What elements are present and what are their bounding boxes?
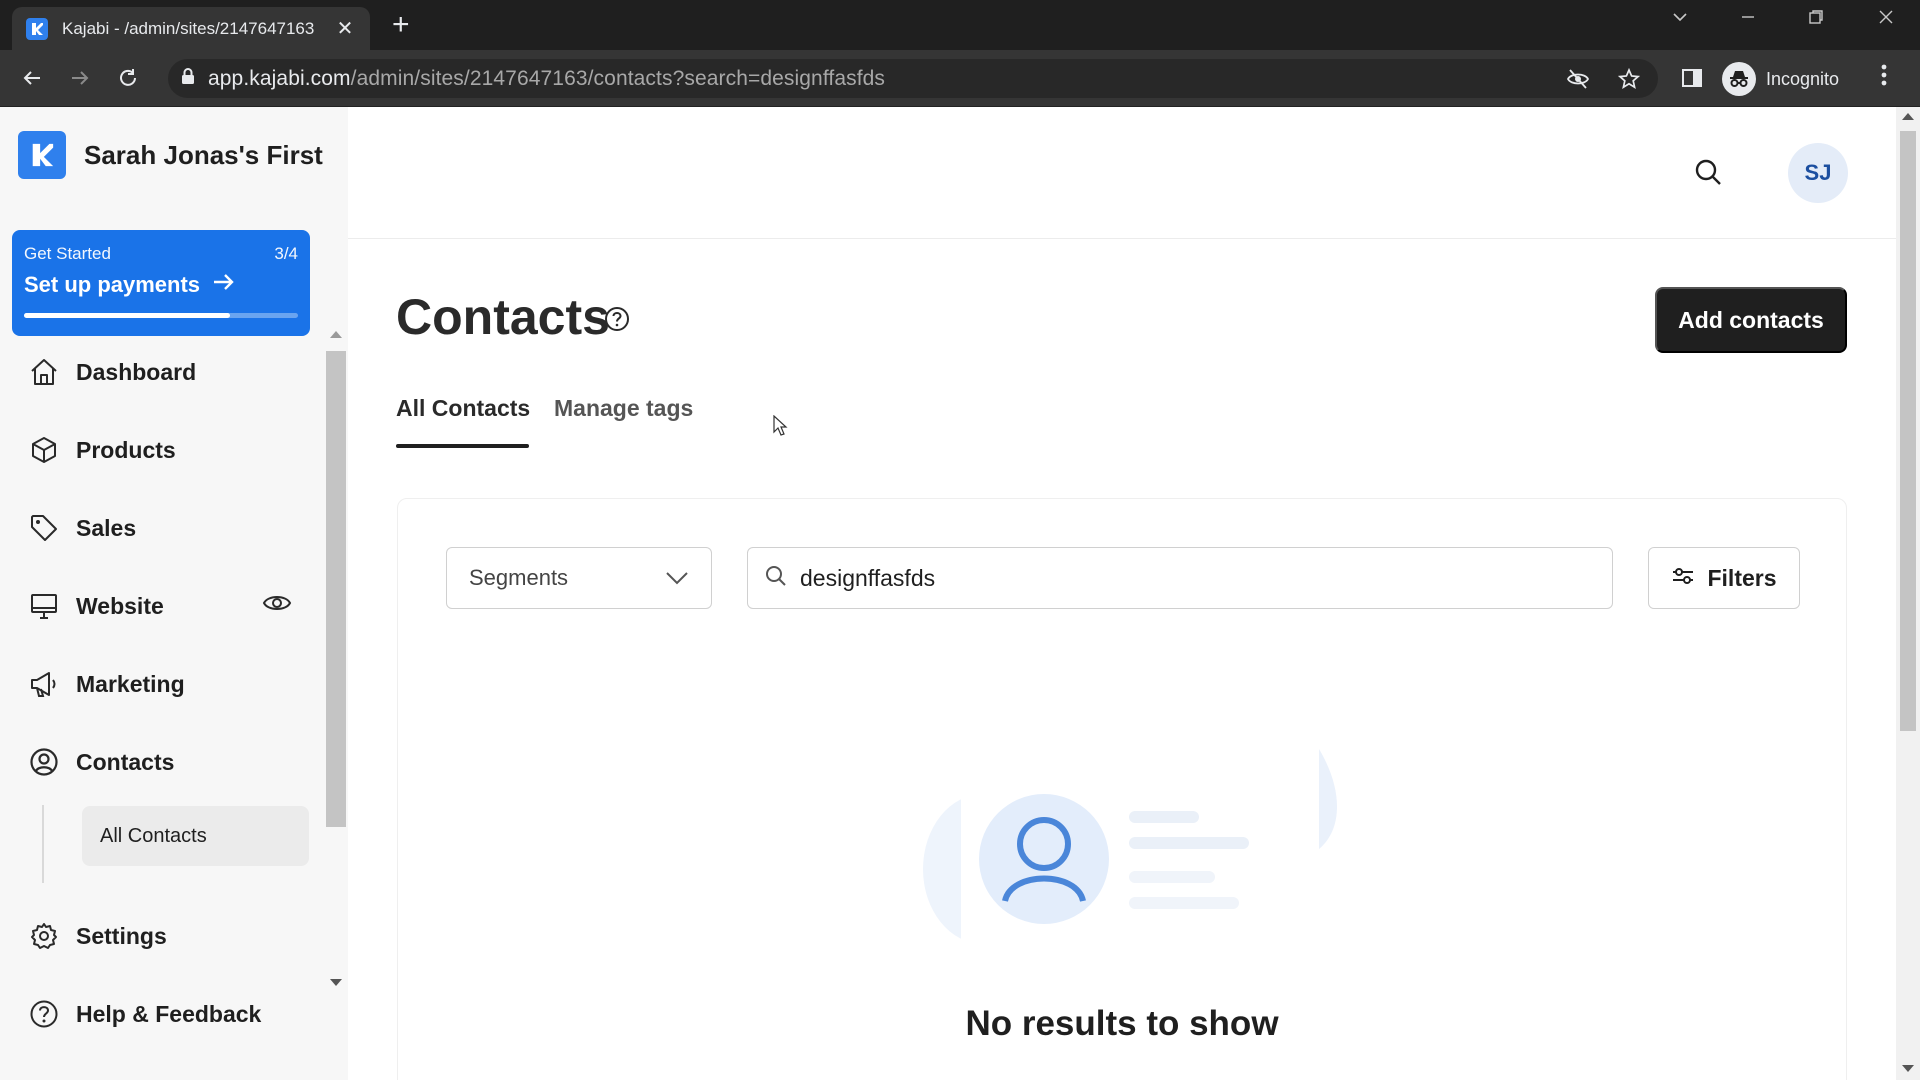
search-icon	[764, 564, 788, 593]
get-started-progress-text: 3/4	[274, 244, 298, 263]
subnav-divider	[42, 805, 44, 883]
page-scroll-down-icon[interactable]	[1902, 1065, 1914, 1072]
browser-menu-icon[interactable]	[1880, 62, 1888, 93]
reload-icon[interactable]	[112, 62, 144, 94]
sidebar-item-website[interactable]: Website	[28, 586, 164, 626]
new-tab-button[interactable]: +	[392, 10, 410, 40]
sidebar-item-help-feedback[interactable]: Help & Feedback	[28, 994, 261, 1034]
avatar[interactable]: SJ	[1788, 143, 1848, 203]
page-scroll-up-icon[interactable]	[1902, 113, 1914, 120]
sliders-icon	[1671, 565, 1695, 592]
forward-arrow-icon[interactable]	[64, 62, 96, 94]
segments-label: Segments	[469, 565, 569, 590]
site-brand[interactable]: Sarah Jonas's First	[18, 131, 323, 179]
sidebar-item-label: Contacts	[76, 748, 175, 775]
side-panel-icon[interactable]	[1676, 62, 1708, 94]
url-text: app.kajabi.com/admin/sites/2147647163/co…	[208, 67, 885, 91]
sidebar-item-label: Sales	[76, 514, 137, 541]
box-icon	[28, 434, 60, 466]
sidebar-item-label: Dashboard	[76, 358, 197, 385]
tab-manage-tags[interactable]: Manage tags	[554, 395, 693, 422]
url-domain: app.kajabi.com	[208, 66, 351, 90]
sidebar: Sarah Jonas's First Get Started 3/4 Set …	[0, 107, 348, 1080]
restore-icon[interactable]	[1796, 8, 1836, 32]
chevron-down-icon	[665, 565, 689, 591]
tab-close-icon[interactable]: ✕	[334, 16, 356, 41]
empty-state-illustration	[913, 749, 1343, 969]
tab-all-contacts[interactable]: All Contacts	[396, 395, 530, 422]
kajabi-favicon-icon	[26, 17, 48, 40]
tag-icon	[28, 512, 60, 544]
sidebar-item-label: Website	[76, 592, 164, 619]
eye-off-icon[interactable]	[1566, 68, 1590, 95]
get-started-label: Get Started	[24, 244, 111, 263]
site-name: Sarah Jonas's First	[84, 139, 323, 170]
help-question-icon[interactable]	[604, 306, 630, 337]
sidebar-scrollbar[interactable]	[324, 327, 346, 989]
kajabi-logo-icon	[18, 131, 66, 179]
page-scrollbar[interactable]	[1896, 107, 1920, 1080]
top-header: SJ	[348, 107, 1896, 239]
megaphone-icon	[28, 668, 60, 700]
sidebar-subitem-all-contacts[interactable]: All Contacts	[82, 806, 309, 866]
url-path: /admin/sites/2147647163/contacts?search=…	[350, 66, 886, 90]
sidebar-item-label: Help & Feedback	[76, 1000, 262, 1027]
active-tab-indicator	[396, 444, 529, 448]
sidebar-item-sales[interactable]: Sales	[28, 508, 136, 548]
tab-title: Kajabi - /admin/sites/2147647163	[62, 18, 315, 38]
browser-tab-bar: Kajabi - /admin/sites/2147647163 ✕ +	[0, 0, 1920, 50]
sidebar-item-products[interactable]: Products	[28, 430, 176, 470]
filters-label: Filters	[1707, 564, 1777, 591]
sidebar-item-label: Settings	[76, 922, 167, 949]
contacts-panel: Segments designffasfds Filters No result…	[397, 498, 1847, 1080]
sidebar-item-contacts[interactable]: Contacts	[28, 742, 174, 782]
tab-search-chevron-icon[interactable]	[1660, 8, 1700, 32]
incognito-label: Incognito	[1766, 68, 1840, 89]
arrow-right-icon	[212, 272, 236, 298]
segments-dropdown[interactable]: Segments	[446, 547, 712, 609]
address-bar-actions	[1566, 67, 1641, 95]
sidebar-item-label: Products	[76, 436, 176, 463]
help-circle-icon	[28, 998, 60, 1030]
browser-toolbar: app.kajabi.com/admin/sites/2147647163/co…	[0, 50, 1920, 107]
home-icon	[28, 356, 60, 388]
bookmark-star-icon[interactable]	[1617, 67, 1641, 95]
filters-button[interactable]: Filters	[1648, 547, 1800, 609]
monitor-icon	[28, 590, 60, 622]
get-started-card[interactable]: Get Started 3/4 Set up payments	[12, 230, 310, 336]
incognito-indicator[interactable]: Incognito	[1722, 61, 1839, 97]
add-contacts-button[interactable]: Add contacts	[1655, 287, 1847, 353]
close-window-icon[interactable]	[1866, 8, 1906, 32]
user-circle-icon	[28, 746, 60, 778]
sidebar-scroll-thumb[interactable]	[326, 351, 346, 827]
search-icon[interactable]	[1693, 157, 1723, 192]
page-title: Contacts	[396, 289, 610, 345]
scroll-down-icon[interactable]	[330, 979, 342, 986]
sidebar-item-label: Marketing	[76, 670, 185, 697]
get-started-title: Set up payments	[24, 272, 201, 297]
sidebar-item-marketing[interactable]: Marketing	[28, 664, 185, 704]
get-started-progress-bar	[24, 313, 298, 318]
browser-tab[interactable]: Kajabi - /admin/sites/2147647163 ✕	[12, 7, 370, 50]
scroll-up-icon[interactable]	[330, 331, 342, 338]
incognito-icon	[1722, 62, 1756, 96]
sidebar-item-settings[interactable]: Settings	[28, 916, 167, 956]
get-started-progress-fill	[24, 313, 230, 318]
mouse-cursor-icon	[773, 414, 789, 442]
back-arrow-icon[interactable]	[16, 62, 48, 94]
sidebar-item-dashboard[interactable]: Dashboard	[28, 352, 196, 392]
preview-eye-icon[interactable]	[262, 592, 292, 619]
empty-state-message: No results to show	[965, 1004, 1279, 1043]
contacts-search-input[interactable]: designffasfds	[747, 547, 1613, 609]
gear-icon	[28, 920, 60, 952]
search-value: designffasfds	[800, 564, 936, 591]
minimize-icon[interactable]	[1728, 8, 1768, 32]
lock-icon	[180, 67, 196, 90]
address-bar[interactable]: app.kajabi.com/admin/sites/2147647163/co…	[168, 59, 1658, 98]
page-scroll-thumb[interactable]	[1900, 131, 1916, 731]
